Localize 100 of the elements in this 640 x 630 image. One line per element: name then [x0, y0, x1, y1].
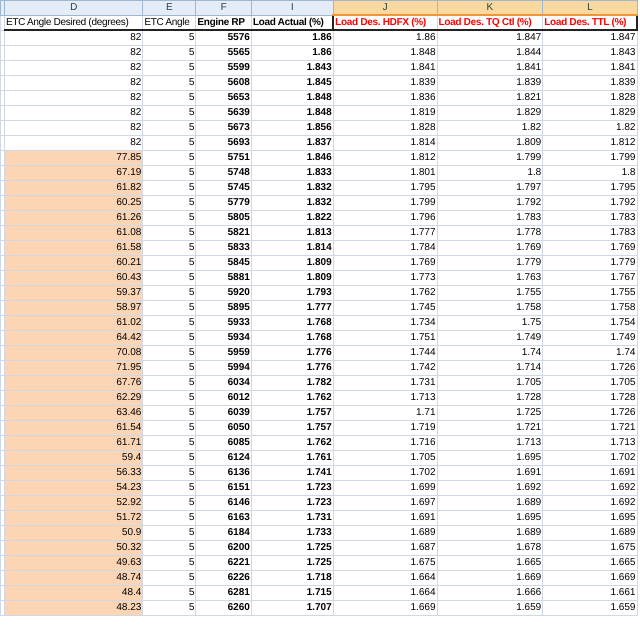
table-cell: 1.821 [437, 90, 543, 105]
table-cell: 61.08 [4, 225, 143, 240]
table-cell: 1.763 [437, 270, 543, 285]
table-cell: 1.695 [437, 450, 543, 465]
table-cell: 1.799 [437, 150, 543, 165]
column-header[interactable]: I [251, 0, 334, 15]
table-cell: 1.8 [542, 165, 637, 180]
table-cell: 1.782 [251, 375, 334, 390]
table-cell: 5 [142, 585, 196, 600]
table-cell: 1.797 [437, 180, 543, 195]
table-cell: 71.95 [4, 360, 143, 375]
table-cell: 1.695 [542, 510, 637, 525]
table-cell: 6039 [196, 405, 252, 420]
table-cell: 1.705 [437, 375, 543, 390]
table-cell: 1.779 [437, 255, 543, 270]
table-cell: 1.691 [333, 510, 438, 525]
table-cell: 5751 [196, 150, 252, 165]
table-cell: 1.829 [437, 105, 543, 120]
table-cell: 1.839 [437, 75, 543, 90]
table-cell: 77.85 [4, 150, 143, 165]
table-cell: 5608 [196, 75, 252, 90]
table-cell: 5 [142, 600, 196, 615]
table-cell: 1.843 [542, 45, 637, 60]
table-cell: 82 [4, 90, 143, 105]
column-header[interactable]: D [4, 0, 143, 15]
column-header[interactable]: K [437, 0, 543, 15]
table-cell: 1.71 [333, 405, 438, 420]
table-cell: 62.29 [4, 390, 143, 405]
table-cell: 5 [142, 420, 196, 435]
table-cell: 1.799 [333, 195, 438, 210]
table-cell: 5 [142, 525, 196, 540]
table-cell: 1.82 [437, 120, 543, 135]
table-cell: 1.783 [542, 225, 637, 240]
table-cell: 1.779 [542, 255, 637, 270]
table-cell: 1.783 [437, 210, 543, 225]
table-cell: 1.809 [251, 270, 334, 285]
table-cell: 61.82 [4, 180, 143, 195]
table-cell: 1.839 [542, 75, 637, 90]
table-cell: 59.4 [4, 450, 143, 465]
column-header[interactable]: E [142, 0, 196, 15]
table-cell: 49.63 [4, 555, 143, 570]
table-cell: 5 [142, 375, 196, 390]
table-cell: 5881 [196, 270, 252, 285]
table-cell: 1.841 [333, 60, 438, 75]
table-cell: 5 [142, 390, 196, 405]
column-header[interactable]: L [542, 0, 637, 15]
table-cell: 5693 [196, 135, 252, 150]
table-cell: 5920 [196, 285, 252, 300]
table-cell: 1.757 [251, 420, 334, 435]
table-cell: 1.761 [251, 450, 334, 465]
table-cell: 48.4 [4, 585, 143, 600]
table-cell: 1.767 [542, 270, 637, 285]
table-cell: 1.726 [542, 405, 637, 420]
table-cell: 1.762 [251, 390, 334, 405]
table-cell: 1.726 [542, 360, 637, 375]
table-cell: 1.799 [542, 150, 637, 165]
table-cell: 1.745 [333, 300, 438, 315]
table-cell: 1.848 [251, 105, 334, 120]
table-cell: 1.74 [542, 345, 637, 360]
table-cell: 1.692 [437, 480, 543, 495]
table-cell: 1.86 [333, 30, 438, 45]
table-cell: 5 [142, 180, 196, 195]
table-cell: 1.689 [437, 525, 543, 540]
table-cell: 1.731 [251, 510, 334, 525]
table-cell: 1.702 [333, 465, 438, 480]
table-cell: 70.08 [4, 345, 143, 360]
column-header[interactable]: J [333, 0, 438, 15]
table-cell: 52.92 [4, 495, 143, 510]
table-cell: 6136 [196, 465, 252, 480]
table-cell: 1.725 [251, 555, 334, 570]
table-cell: 82 [4, 75, 143, 90]
table-cell: 1.822 [251, 210, 334, 225]
table-cell: 5 [142, 480, 196, 495]
table-cell: 5 [142, 450, 196, 465]
table-cell: 1.776 [251, 360, 334, 375]
table-cell: 1.762 [333, 285, 438, 300]
table-cell: 1.754 [542, 315, 637, 330]
table-cell: 1.848 [333, 45, 438, 60]
table-cell: 5 [142, 240, 196, 255]
table-cell: 1.776 [251, 345, 334, 360]
column-header[interactable]: F [196, 0, 252, 15]
table-cell: 1.841 [542, 60, 637, 75]
table-cell: 1.809 [251, 255, 334, 270]
table-cell: 1.721 [437, 420, 543, 435]
table-cell: 6124 [196, 450, 252, 465]
table-cell: 5934 [196, 330, 252, 345]
table-cell: 6050 [196, 420, 252, 435]
table-cell: 1.768 [251, 330, 334, 345]
table-cell: 5 [142, 300, 196, 315]
table-cell: 1.691 [542, 465, 637, 480]
column-title: Load Des. TQ Ctl (%) [437, 15, 543, 30]
table-cell: 6146 [196, 495, 252, 510]
table-cell: 1.847 [542, 30, 637, 45]
table-cell: 1.841 [437, 60, 543, 75]
table-cell: 1.718 [251, 570, 334, 585]
table-cell: 5576 [196, 30, 252, 45]
table-cell: 6034 [196, 375, 252, 390]
table-cell: 6260 [196, 600, 252, 615]
table-cell: 6151 [196, 480, 252, 495]
table-cell: 5 [142, 225, 196, 240]
